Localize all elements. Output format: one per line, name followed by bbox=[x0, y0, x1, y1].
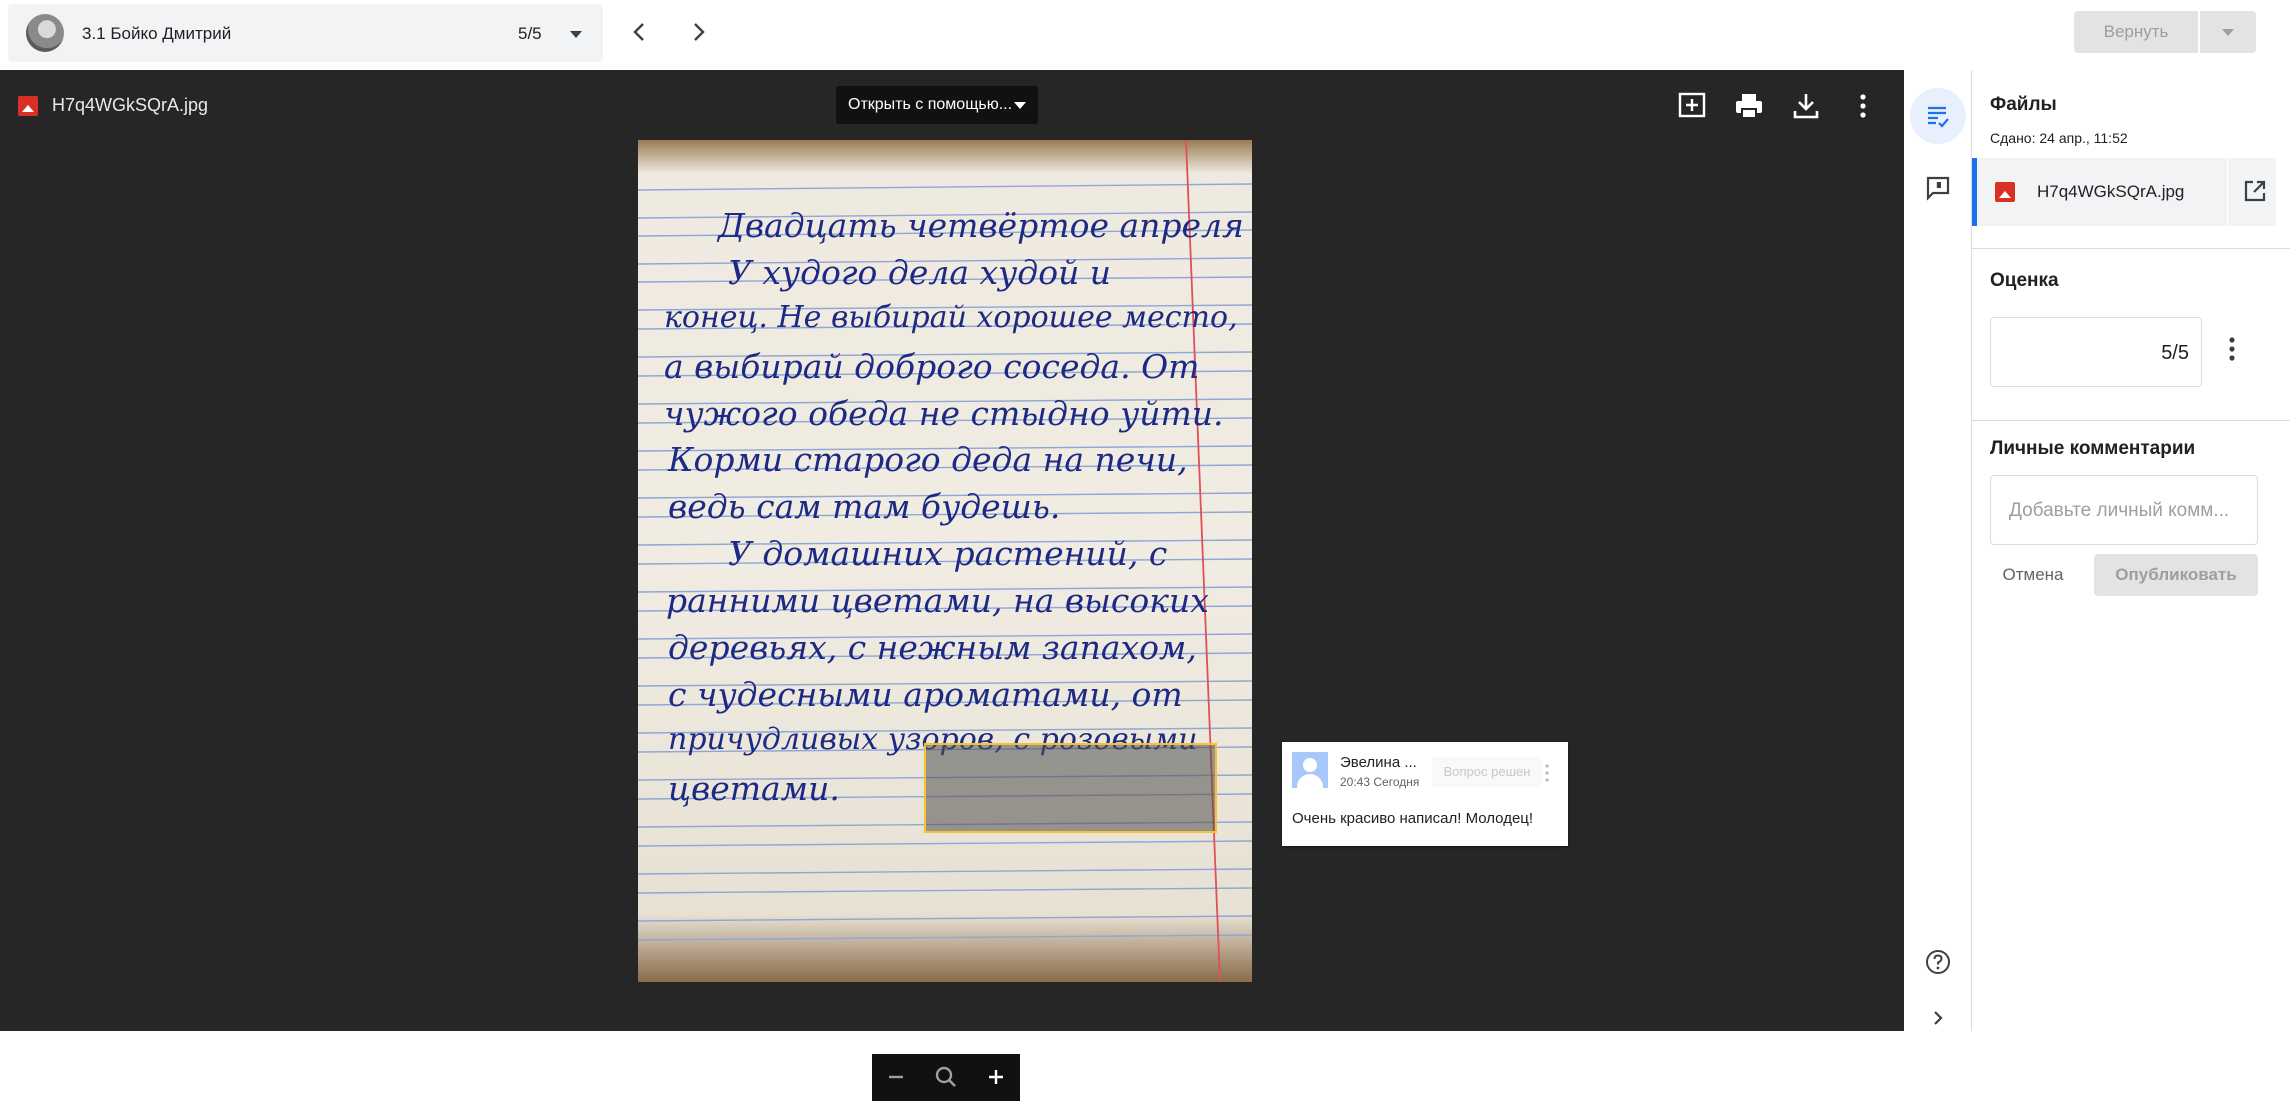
next-student-button[interactable] bbox=[682, 16, 714, 48]
handwriting-line: Двадцать четвёртое апреля bbox=[718, 206, 1244, 245]
handwriting-line: Корми старого деда на печи, bbox=[668, 440, 1188, 479]
comment-text: Очень красиво написал! Молодец! bbox=[1292, 810, 1534, 827]
print-icon bbox=[1736, 94, 1762, 119]
grade-title: Оценка bbox=[1990, 270, 2059, 291]
handwriting-line: чужого обеда не стыдно уйти. bbox=[664, 394, 1224, 433]
chevron-down-icon[interactable] bbox=[570, 31, 582, 38]
open-in-new-button[interactable] bbox=[2227, 158, 2281, 226]
grading-list-icon bbox=[1928, 106, 1949, 128]
comment-card[interactable]: Эвелина ... 20:43 Сегодня Вопрос решен О… bbox=[1282, 742, 1568, 846]
chevron-right-icon bbox=[1934, 1011, 1943, 1025]
zoom-in-button[interactable] bbox=[972, 1054, 1020, 1101]
student-name: 3.1 Бойко Дмитрий bbox=[82, 24, 232, 43]
comment-author: Эвелина ... bbox=[1340, 754, 1417, 771]
submitted-image: Двадцать четвёртое апреля У худого дела … bbox=[638, 140, 1252, 982]
top-bar: 3.1 Бойко Дмитрий 5/5 Вернуть bbox=[0, 0, 2290, 70]
zoom-reset-button[interactable] bbox=[922, 1054, 970, 1101]
publish-button[interactable]: Опубликовать bbox=[2094, 554, 2258, 596]
handwriting-line: конец. Не выбирай хорошее место, bbox=[664, 300, 1238, 335]
handwriting-line: с чудесными ароматами, от bbox=[668, 675, 1183, 714]
grading-panel: Файлы Сдано: 24 апр., 11:52 H7q4WGkSQrA.… bbox=[1972, 70, 2290, 1031]
handwriting-line: ведь сам там будешь. bbox=[668, 487, 1061, 526]
avatar bbox=[26, 14, 64, 52]
previous-student-button[interactable] bbox=[624, 16, 656, 48]
handwriting-line: а выбирай доброго соседа. От bbox=[664, 347, 1200, 386]
open-with-label: Открыть с помощью... bbox=[848, 96, 1013, 113]
files-title: Файлы bbox=[1990, 94, 2057, 115]
collapse-panel-button[interactable] bbox=[1910, 990, 1966, 1046]
zoom-out-button[interactable] bbox=[872, 1054, 920, 1101]
resolve-button[interactable]: Вопрос решен bbox=[1432, 757, 1542, 787]
side-rail bbox=[1904, 70, 1972, 1031]
divider bbox=[1972, 420, 2290, 421]
chevron-right-icon bbox=[694, 23, 705, 41]
more-vertical-icon[interactable] bbox=[1544, 762, 1550, 784]
handwriting-line: У домашних растений, с bbox=[728, 534, 1168, 573]
help-icon bbox=[1926, 950, 1950, 974]
private-comments-title: Личные комментарии bbox=[1990, 438, 2196, 459]
student-selector[interactable]: 3.1 Бойко Дмитрий 5/5 bbox=[8, 4, 603, 62]
plus-icon bbox=[989, 1070, 1003, 1084]
more-vertical-icon bbox=[1860, 94, 1866, 118]
grading-tab-button[interactable] bbox=[1910, 88, 1966, 144]
student-count: 5/5 bbox=[518, 24, 542, 43]
cancel-button[interactable]: Отмена bbox=[1990, 554, 2076, 596]
grade-input[interactable]: 5/5 bbox=[1990, 317, 2202, 387]
submitted-status: Сдано: 24 апр., 11:52 bbox=[1990, 130, 2128, 146]
open-with-button[interactable]: Открыть с помощью... bbox=[836, 86, 1038, 124]
add-comment-icon bbox=[1678, 92, 1706, 118]
image-file-icon bbox=[1995, 182, 2015, 202]
comments-tab-button[interactable] bbox=[1910, 160, 1966, 216]
more-options-button[interactable] bbox=[1847, 90, 1879, 122]
image-file-icon bbox=[18, 96, 38, 116]
zoom-controls bbox=[872, 1054, 1020, 1101]
handwriting-line: У худого дела худой и bbox=[728, 253, 1112, 292]
commenter-avatar bbox=[1292, 752, 1328, 788]
return-options-button[interactable] bbox=[2200, 11, 2256, 53]
handwriting-line: деревьях, с нежным запахом, bbox=[668, 628, 1197, 667]
handwriting-line: ранними цветами, на высоких bbox=[666, 581, 1209, 620]
chevron-down-icon bbox=[2222, 29, 2234, 36]
download-button[interactable] bbox=[1790, 90, 1822, 122]
more-vertical-icon[interactable] bbox=[2228, 334, 2236, 364]
return-button[interactable]: Вернуть bbox=[2074, 11, 2198, 53]
chevron-down-icon bbox=[1014, 102, 1026, 109]
minus-icon bbox=[889, 1075, 903, 1079]
attached-file[interactable]: H7q4WGkSQrA.jpg bbox=[1972, 158, 2276, 226]
divider bbox=[1972, 248, 2290, 249]
help-button[interactable] bbox=[1910, 934, 1966, 990]
open-in-new-icon bbox=[2244, 180, 2266, 202]
comment-time: 20:43 Сегодня bbox=[1340, 775, 1420, 789]
comment-icon bbox=[1926, 176, 1950, 201]
zoom-icon bbox=[935, 1066, 956, 1087]
comment-highlight-region[interactable] bbox=[924, 743, 1217, 833]
viewer-file-name: H7q4WGkSQrA.jpg bbox=[52, 95, 209, 115]
private-comment-input[interactable]: Добавьте личный комм... bbox=[1990, 475, 2258, 545]
add-comment-button[interactable] bbox=[1676, 90, 1708, 122]
print-button[interactable] bbox=[1733, 90, 1765, 122]
attached-file-name: H7q4WGkSQrA.jpg bbox=[2037, 182, 2185, 201]
download-icon bbox=[1793, 94, 1819, 119]
file-viewer: H7q4WGkSQrA.jpg Открыть с помощью... Два… bbox=[0, 70, 1904, 1101]
chevron-left-icon bbox=[633, 23, 644, 41]
